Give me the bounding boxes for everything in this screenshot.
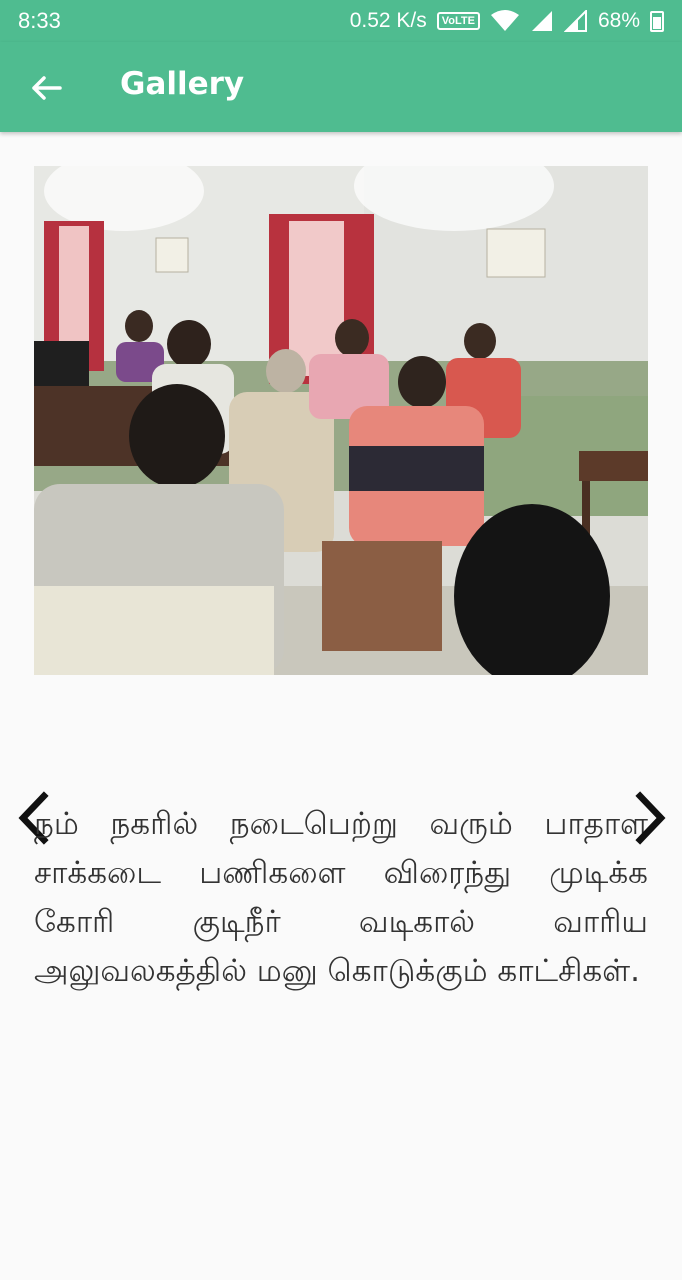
page-title: Gallery (120, 66, 245, 102)
wifi-icon (490, 10, 519, 31)
back-button[interactable] (26, 66, 70, 110)
status-time: 8:33 (18, 8, 61, 33)
chevron-right-icon (635, 791, 666, 845)
image-caption: நம் நகரில் நடைபெற்று வரும் பாதாள சாக்கடை… (34, 806, 648, 989)
status-indicators: 0.52 K/s VoLTE 68% (350, 8, 664, 34)
gallery-image (34, 166, 648, 675)
meeting-photo (34, 166, 648, 675)
status-bar: 8:33 0.52 K/s VoLTE 68% (0, 0, 682, 42)
app-bar: Gallery (0, 42, 682, 132)
volte-badge: VoLTE (436, 12, 480, 30)
battery-percent: 68% (597, 9, 640, 32)
signal-icon (531, 11, 552, 31)
arrow-left-icon (32, 76, 62, 100)
next-image-button[interactable] (630, 790, 670, 846)
net-speed: 0.52 K/s (349, 9, 427, 32)
battery-icon (650, 10, 664, 32)
signal-roaming-icon (563, 10, 587, 32)
